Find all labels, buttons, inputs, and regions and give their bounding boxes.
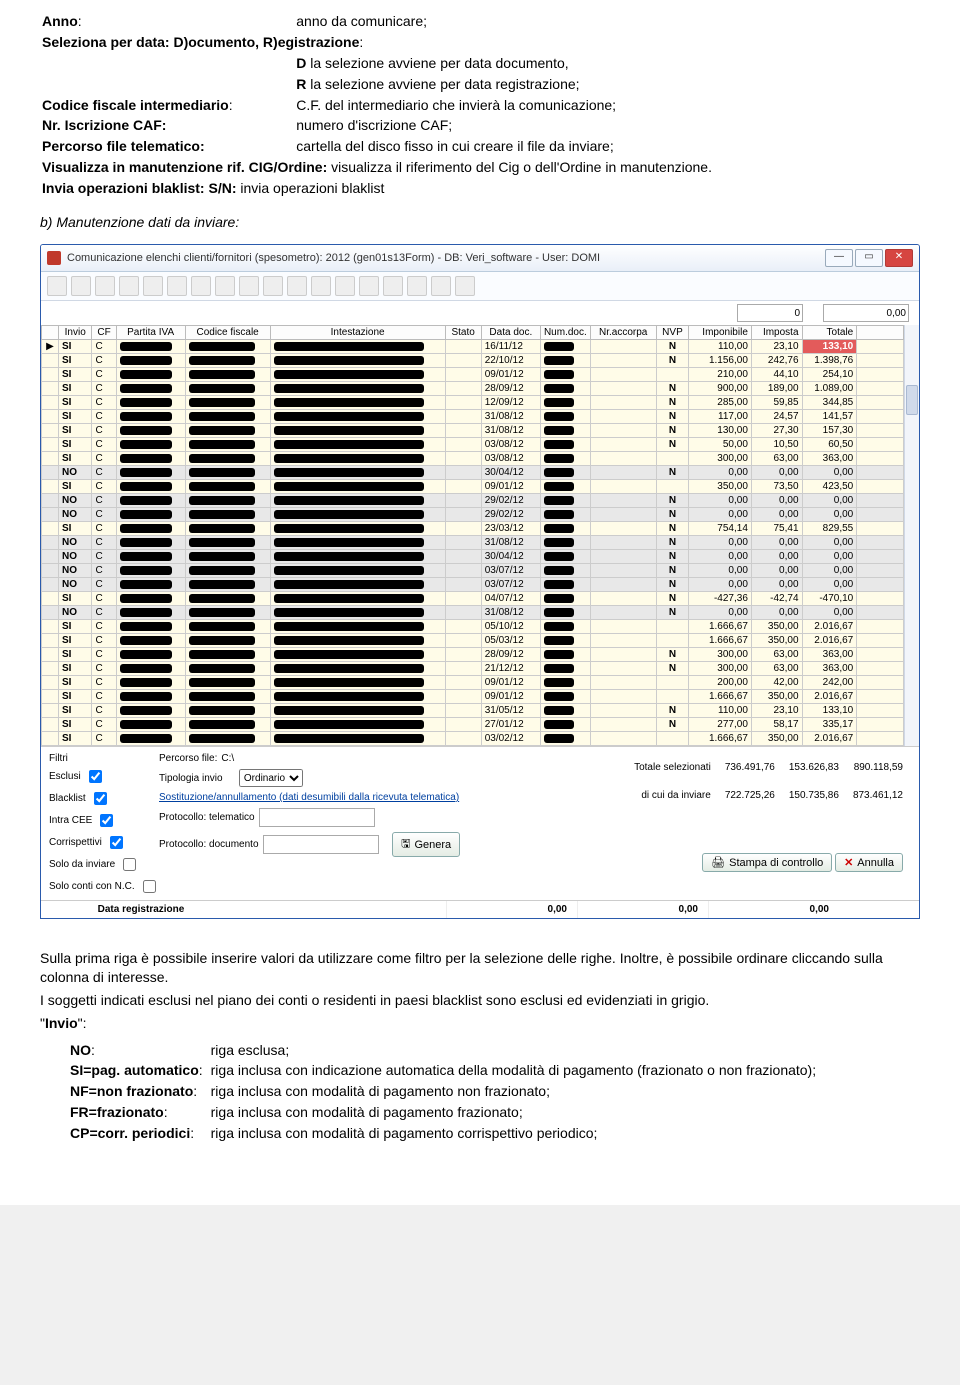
toolbar-icon[interactable]	[191, 276, 211, 296]
table-row[interactable]: SIC21/12/12N300,0063,00363,00	[42, 662, 904, 676]
table-row[interactable]: SIC28/09/12N300,0063,00363,00	[42, 648, 904, 662]
filter-blacklist[interactable]: Blacklist	[49, 789, 141, 808]
table-row[interactable]: NOC03/07/12N0,000,000,00	[42, 578, 904, 592]
totals-panel: Totale selezionati736.491,76153.626,8389…	[626, 753, 911, 896]
toolbar-icon[interactable]	[431, 276, 451, 296]
toolbar-icon[interactable]	[71, 276, 91, 296]
toolbar-icon[interactable]	[143, 276, 163, 296]
toolbar	[41, 272, 919, 301]
table-row[interactable]: SIC05/10/121.666,67350,002.016,67	[42, 620, 904, 634]
table-row[interactable]: SIC12/09/12N285,0059,85344,85	[42, 396, 904, 410]
search-input[interactable]	[737, 304, 803, 322]
table-row[interactable]: SIC03/08/12300,0063,00363,00	[42, 452, 904, 466]
table-row[interactable]: NOC30/04/12N0,000,000,00	[42, 466, 904, 480]
table-row[interactable]: SIC31/05/12N110,0023,10133,10	[42, 704, 904, 718]
tipologia-invio-select[interactable]: Ordinario	[239, 769, 303, 787]
protocollo-telematico-input[interactable]	[259, 808, 375, 827]
table-row[interactable]: NOC30/04/12N0,000,000,00	[42, 550, 904, 564]
section-b-heading: b) Manutenzione dati da inviare:	[40, 214, 920, 230]
table-row[interactable]: NOC03/07/12N0,000,000,00	[42, 564, 904, 578]
data-grid[interactable]: InvioCF Partita IVA Codice fiscale Intes…	[41, 325, 904, 746]
total-input[interactable]	[823, 304, 909, 322]
definitions-table: Anno:anno da comunicare; Seleziona per d…	[40, 10, 718, 200]
table-row[interactable]: SIC05/03/121.666,67350,002.016,67	[42, 634, 904, 648]
table-row[interactable]: SIC27/01/12N277,0058,17335,17	[42, 718, 904, 732]
table-row[interactable]: SIC22/10/12N1.156,00242,761.398,76	[42, 354, 904, 368]
scrollbar[interactable]	[904, 325, 919, 746]
toolbar-icon[interactable]	[311, 276, 331, 296]
table-row[interactable]: NOC29/02/12N0,000,000,00	[42, 508, 904, 522]
table-row[interactable]: NOC29/02/12N0,000,000,00	[42, 494, 904, 508]
table-row[interactable]: SIC28/09/12N900,00189,001.089,00	[42, 382, 904, 396]
toolbar-icon[interactable]	[287, 276, 307, 296]
table-row[interactable]: SIC09/01/12350,0073,50423,50	[42, 480, 904, 494]
filter-esclusi[interactable]: Esclusi	[49, 767, 141, 786]
table-row[interactable]: SIC31/08/12N130,0027,30157,30	[42, 424, 904, 438]
filter-solo-nc[interactable]: Solo conti con N.C.	[49, 877, 141, 896]
maximize-button[interactable]: ▭	[855, 249, 883, 267]
app-icon	[47, 251, 61, 265]
toolbar-icon[interactable]	[359, 276, 379, 296]
filter-solo-inviare[interactable]: Solo da inviare	[49, 855, 141, 874]
genera-button[interactable]: 🖫 Genera	[392, 832, 460, 857]
window-title: Comunicazione elenchi clienti/fornitori …	[67, 252, 819, 264]
table-row[interactable]: SIC04/07/12N-427,36-42,74-470,10	[42, 592, 904, 606]
table-row[interactable]: SIC23/03/12N754,1475,41829,55	[42, 522, 904, 536]
protocollo-documento-input[interactable]	[263, 835, 379, 854]
toolbar-icon[interactable]	[407, 276, 427, 296]
toolbar-icon[interactable]	[335, 276, 355, 296]
table-row[interactable]: SIC09/01/121.666,67350,002.016,67	[42, 690, 904, 704]
toolbar-icon[interactable]	[455, 276, 475, 296]
table-row[interactable]: ▶SIC16/11/12N110,0023,10133,10	[42, 340, 904, 354]
table-row[interactable]: NOC31/08/12N0,000,000,00	[42, 536, 904, 550]
table-row[interactable]: SIC03/08/12N50,0010,5060,50	[42, 438, 904, 452]
toolbar-icon[interactable]	[263, 276, 283, 296]
toolbar-icon[interactable]	[95, 276, 115, 296]
toolbar-icon[interactable]	[383, 276, 403, 296]
table-row[interactable]: SIC03/02/121.666,67350,002.016,67	[42, 732, 904, 746]
table-row[interactable]: NOC31/08/12N0,000,000,00	[42, 606, 904, 620]
sostituzione-link[interactable]: Sostituzione/annullamento (dati desumibi…	[159, 792, 460, 803]
toolbar-icon[interactable]	[215, 276, 235, 296]
toolbar-icon[interactable]	[239, 276, 259, 296]
toolbar-icon[interactable]	[119, 276, 139, 296]
stampa-button[interactable]: 🖨 Stampa di controllo	[702, 853, 832, 872]
after-text: Sulla prima riga è possibile inserire va…	[40, 949, 920, 1145]
minimize-button[interactable]: —	[825, 249, 853, 267]
filter-corrispettivi[interactable]: Corrispettivi	[49, 833, 141, 852]
toolbar-icon[interactable]	[167, 276, 187, 296]
status-bar: Data registrazione 0,00 0,00 0,00	[41, 900, 919, 918]
close-button[interactable]: ✕	[885, 249, 913, 267]
table-row[interactable]: SIC31/08/12N117,0024,57141,57	[42, 410, 904, 424]
app-window: Comunicazione elenchi clienti/fornitori …	[40, 244, 920, 919]
table-row[interactable]: SIC09/01/12200,0042,00242,00	[42, 676, 904, 690]
window-titlebar[interactable]: Comunicazione elenchi clienti/fornitori …	[41, 245, 919, 272]
filter-intracee[interactable]: Intra CEE	[49, 811, 141, 830]
annulla-button[interactable]: ✕ Annulla	[835, 853, 903, 872]
toolbar-icon[interactable]	[47, 276, 67, 296]
table-row[interactable]: SIC09/01/12210,0044,10254,10	[42, 368, 904, 382]
